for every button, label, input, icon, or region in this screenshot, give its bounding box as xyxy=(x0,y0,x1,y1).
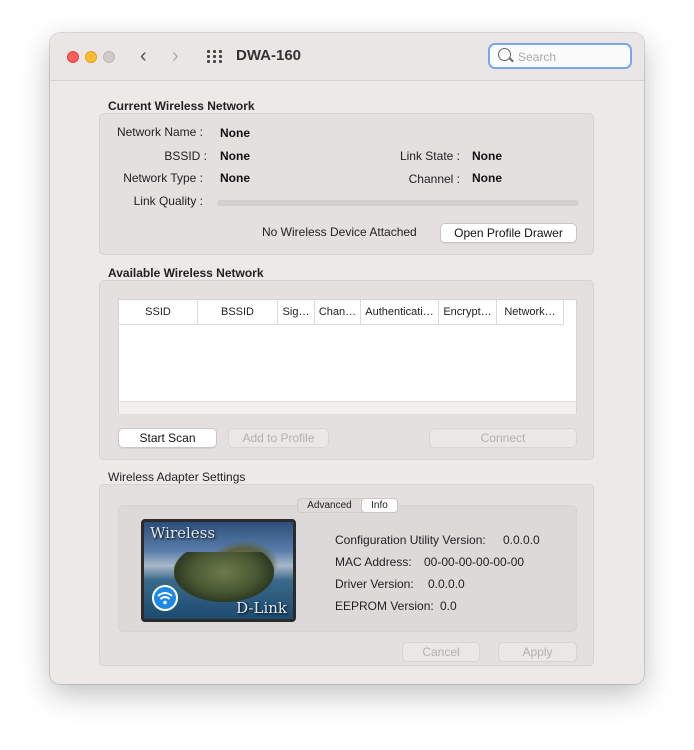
network-table[interactable]: SSID BSSID Sig… Chan… Authenticati… Encr… xyxy=(118,299,577,414)
config-version-label: Configuration Utility Version: xyxy=(335,533,486,547)
dlink-wireless-image: Wireless D-Link xyxy=(141,519,296,622)
eeprom-version-value: 0.0 xyxy=(440,599,457,613)
mac-address-value: 00-00-00-00-00-00 xyxy=(424,555,525,569)
bssid-value: None xyxy=(220,149,250,163)
forward-chevron-icon[interactable]: › xyxy=(172,45,179,67)
available-network-panel: SSID BSSID Sig… Chan… Authenticati… Encr… xyxy=(99,280,594,460)
device-status-text: No Wireless Device Attached xyxy=(262,225,417,239)
apply-button[interactable]: Apply xyxy=(498,642,577,662)
current-network-panel: Network Name : None BSSID : None Link St… xyxy=(99,113,594,255)
column-header-network[interactable]: Network… xyxy=(497,300,564,324)
link-state-label: Link State : xyxy=(399,149,460,163)
table-header: SSID BSSID Sig… Chan… Authenticati… Encr… xyxy=(119,300,564,325)
search-input[interactable] xyxy=(516,47,630,67)
image-caption-top: Wireless xyxy=(150,524,216,542)
column-header-ssid[interactable]: SSID xyxy=(119,300,198,324)
mac-address-label: MAC Address: xyxy=(335,555,412,569)
connect-button[interactable]: Connect xyxy=(429,428,577,448)
link-quality-bar xyxy=(217,200,579,206)
driver-version-value: 0.0.0.0 xyxy=(428,577,465,591)
back-chevron-icon[interactable]: ‹ xyxy=(140,45,147,67)
search-icon xyxy=(498,48,511,61)
column-header-channel[interactable]: Chan… xyxy=(315,300,361,324)
column-header-authentication[interactable]: Authenticati… xyxy=(361,300,439,324)
preferences-window: ‹ › DWA-160 Current Wireless Network Net… xyxy=(50,33,644,684)
network-type-label: Network Type : xyxy=(123,171,203,185)
config-version-value: 0.0.0.0 xyxy=(503,533,540,547)
cancel-button[interactable]: Cancel xyxy=(402,642,480,662)
open-profile-drawer-button[interactable]: Open Profile Drawer xyxy=(440,223,577,243)
column-header-encryption[interactable]: Encrypt… xyxy=(439,300,497,324)
channel-label: Channel : xyxy=(408,172,460,186)
available-network-title: Available Wireless Network xyxy=(108,266,264,280)
close-button[interactable] xyxy=(67,51,79,63)
start-scan-button[interactable]: Start Scan xyxy=(118,428,217,448)
show-all-grid-icon[interactable] xyxy=(207,50,223,64)
bssid-label: BSSID : xyxy=(164,149,207,163)
table-horizontal-scrollbar[interactable] xyxy=(119,401,576,414)
adapter-settings-panel: Wireless D-Link Configuration Utility Ve… xyxy=(99,484,594,666)
network-name-value: None xyxy=(220,126,250,140)
current-network-title: Current Wireless Network xyxy=(108,99,255,113)
column-header-signal[interactable]: Sig… xyxy=(278,300,315,324)
image-caption-bottom: D-Link xyxy=(236,599,287,617)
driver-version-label: Driver Version: xyxy=(335,577,414,591)
title-bar: ‹ › DWA-160 xyxy=(50,33,644,81)
network-name-label: Network Name : xyxy=(116,125,203,139)
network-type-value: None xyxy=(220,171,250,185)
tab-advanced[interactable]: Advanced xyxy=(300,499,359,512)
zoom-button[interactable] xyxy=(103,51,115,63)
adapter-settings-title: Wireless Adapter Settings xyxy=(108,470,246,484)
eeprom-version-label: EEPROM Version: xyxy=(335,599,434,613)
window-title: DWA-160 xyxy=(236,47,302,64)
channel-value: None xyxy=(472,171,502,185)
info-tab-pane: Wireless D-Link Configuration Utility Ve… xyxy=(118,505,577,632)
add-to-profile-button[interactable]: Add to Profile xyxy=(228,428,329,448)
minimize-button[interactable] xyxy=(85,51,97,63)
adapter-tab-control: Advanced Info xyxy=(297,498,398,513)
tab-info[interactable]: Info xyxy=(362,499,397,512)
link-state-value: None xyxy=(472,149,502,163)
wifi-icon xyxy=(152,585,178,611)
column-header-bssid[interactable]: BSSID xyxy=(198,300,278,324)
search-field[interactable] xyxy=(488,43,632,69)
link-quality-label: Link Quality : xyxy=(133,194,203,208)
